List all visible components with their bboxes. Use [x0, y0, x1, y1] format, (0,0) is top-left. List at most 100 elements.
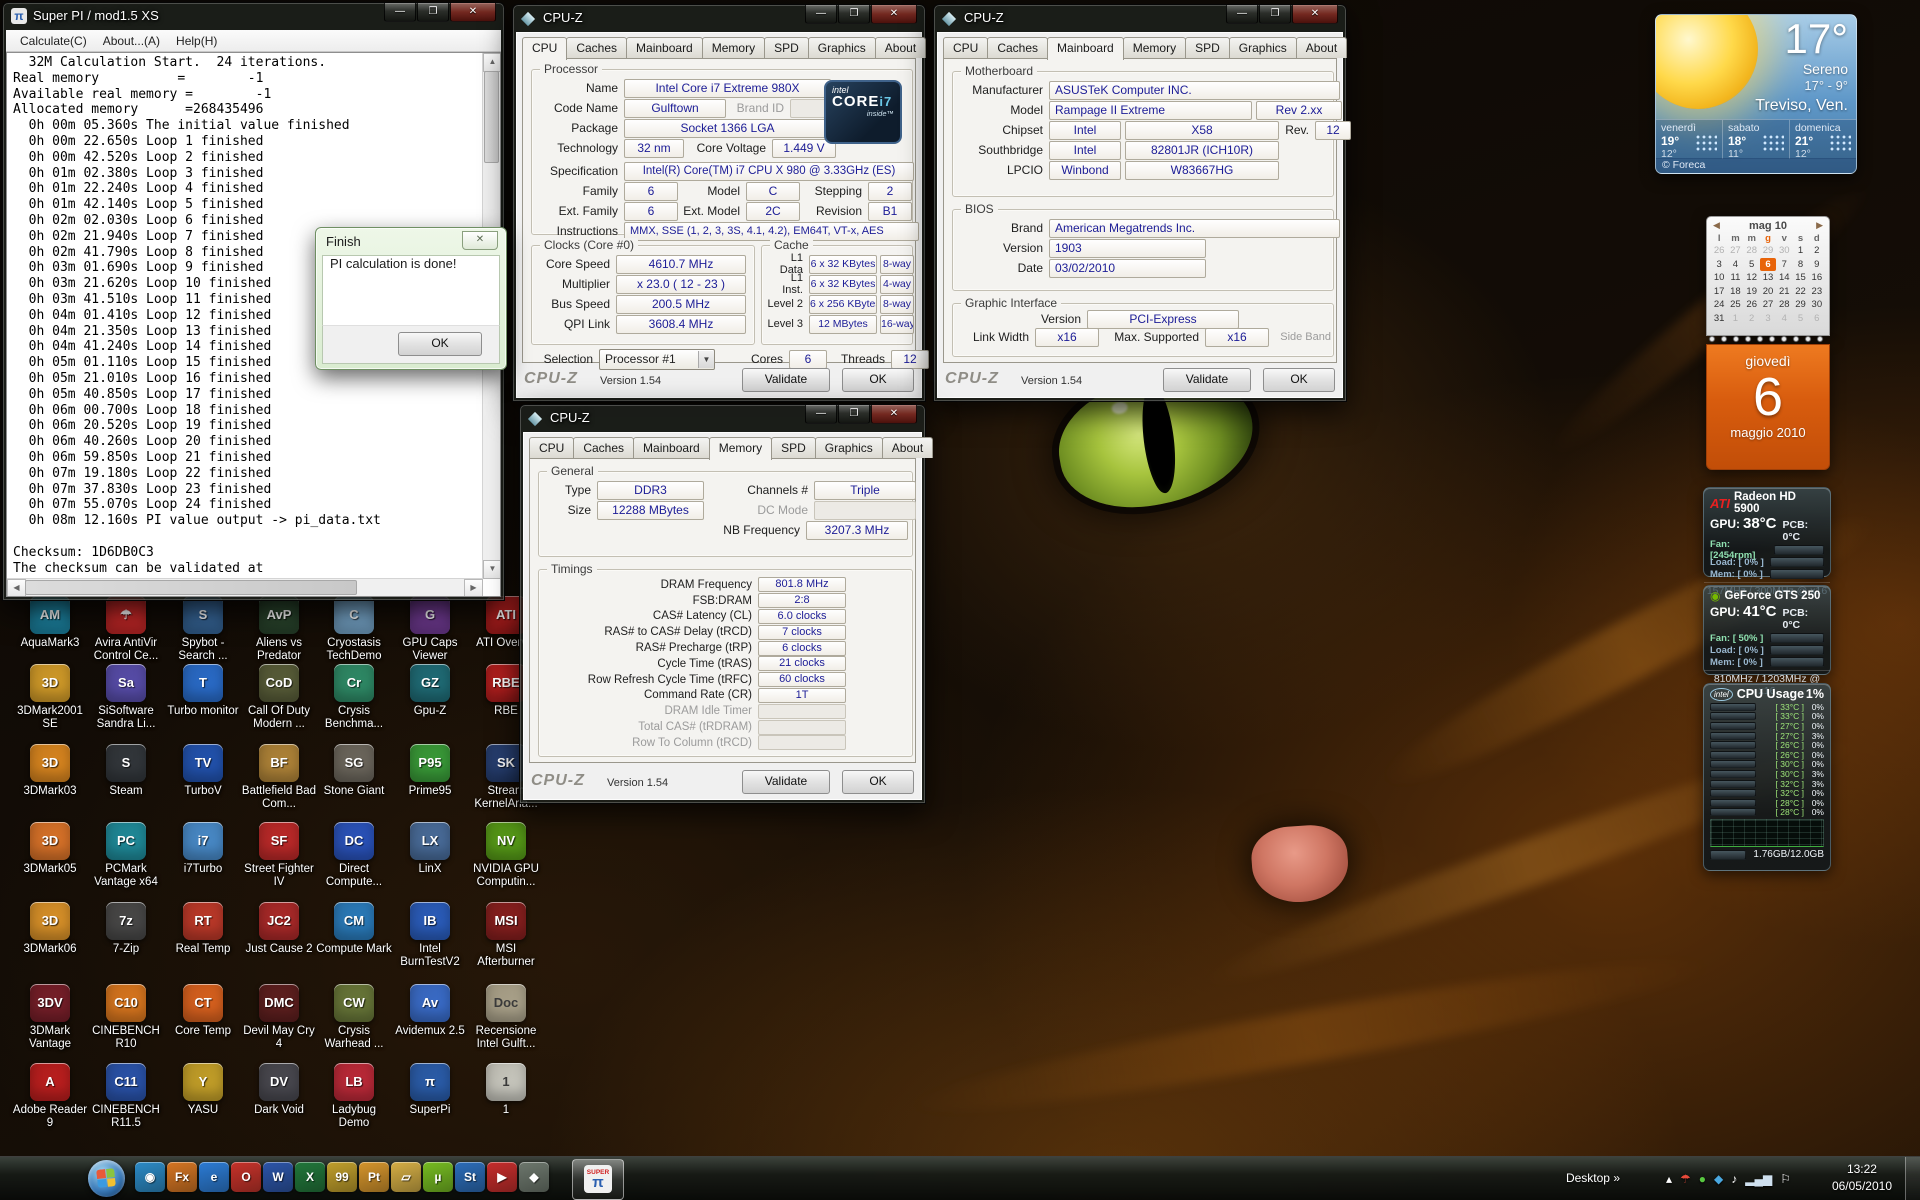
network-icon[interactable]: ▂▄▆ — [1745, 1172, 1772, 1186]
media-center-icon[interactable]: ◉ — [135, 1162, 165, 1192]
calendar-day[interactable]: 5 — [1792, 312, 1808, 326]
calendar-day[interactable]: 1 — [1792, 244, 1808, 258]
calendar-day[interactable]: 30 — [1776, 244, 1792, 258]
scrollbar-thumb[interactable] — [25, 580, 357, 595]
desktop-icon[interactable]: IBIntel BurnTestV2 — [392, 902, 468, 968]
calendar-day[interactable]: 28 — [1776, 298, 1792, 312]
calendar-day[interactable]: 5 — [1744, 258, 1760, 272]
desktop-icon[interactable]: MSIMSI Afterburner — [468, 902, 544, 968]
ok-button[interactable]: OK — [1263, 368, 1335, 392]
desktop-icon[interactable]: DMCDevil May Cry 4 — [241, 984, 317, 1050]
desktop-icon[interactable]: AvAvidemux 2.5 — [392, 984, 468, 1038]
desktop-icon[interactable]: ☂Avira AntiVir Control Ce... — [88, 596, 164, 662]
ok-button[interactable]: OK — [398, 332, 482, 356]
calendar-day[interactable]: 4 — [1727, 258, 1743, 272]
menu-about[interactable]: About...(A) — [95, 34, 168, 48]
minimize-button[interactable]: — — [384, 3, 416, 22]
desktop-icon[interactable]: 7z7-Zip — [88, 902, 164, 956]
desktop-icon[interactable]: C10CINEBENCH R10 — [88, 984, 164, 1050]
desktop-icon[interactable]: DCDirect Compute... — [316, 822, 392, 888]
tab-about[interactable]: About — [1296, 37, 1347, 58]
calendar-day[interactable]: 1 — [1727, 312, 1743, 326]
minimize-button[interactable]: — — [805, 405, 837, 424]
calendar-day[interactable]: 3 — [1760, 312, 1776, 326]
calendar-day[interactable]: 24 — [1711, 298, 1727, 312]
desktop-icon[interactable]: YYASU — [165, 1063, 241, 1117]
calendar-day[interactable]: 21 — [1776, 285, 1792, 299]
calendar-next-icon[interactable]: ▶ — [1816, 220, 1823, 232]
calendar-day[interactable]: 4 — [1776, 312, 1792, 326]
calendar-day[interactable]: 27 — [1727, 244, 1743, 258]
calendar-day[interactable]: 7 — [1776, 258, 1792, 272]
desktop-icon[interactable]: CrCrysis Benchma... — [316, 664, 392, 730]
calendar-day[interactable]: 16 — [1809, 271, 1825, 285]
desktop-icon[interactable]: GZGpu-Z — [392, 664, 468, 718]
calendar-day[interactable]: 15 — [1792, 271, 1808, 285]
tab-mainboard[interactable]: Mainboard — [633, 437, 710, 458]
calendar-day-card[interactable]: giovedì 6 maggio 2010 — [1706, 344, 1830, 470]
word-icon[interactable]: W — [263, 1162, 293, 1192]
desktop-icon[interactable]: DVDark Void — [241, 1063, 317, 1117]
internet-explorer-icon[interactable]: e — [199, 1162, 229, 1192]
tab-caches[interactable]: Caches — [987, 37, 1048, 58]
taskbar-clock[interactable]: 13:22 06/05/2010 — [1832, 1161, 1892, 1195]
cpuz-titlebar[interactable]: CPU-Z — ❐ ✕ — [520, 405, 925, 432]
superpi-taskbar-button[interactable]: SUPER π — [572, 1159, 624, 1200]
desktop-icon[interactable]: AvPAliens vs Predator — [241, 596, 317, 662]
scroll-right-icon[interactable]: ▶ — [464, 579, 483, 597]
desktop-icon[interactable]: SGStone Giant — [316, 744, 392, 798]
action-center-icon[interactable]: ⚐ — [1780, 1172, 1791, 1186]
tab-memory[interactable]: Memory — [1123, 37, 1186, 58]
calendar-gadget[interactable]: ◀ mag 10 ▶ lmmgvsd2627282930123456789101… — [1706, 216, 1830, 336]
tab-mainboard[interactable]: Mainboard — [1047, 37, 1124, 60]
calculator-icon[interactable]: 99 — [327, 1162, 357, 1192]
forecast-day[interactable]: domenica21°12° — [1789, 120, 1856, 159]
monitor-icon[interactable]: ◆ — [1714, 1172, 1723, 1186]
desktop-icon[interactable]: CWCrysis Warhead ... — [316, 984, 392, 1050]
calendar-day[interactable]: 13 — [1760, 271, 1776, 285]
firefox-icon[interactable]: Fx — [167, 1162, 197, 1192]
steam-icon[interactable]: St — [455, 1162, 485, 1192]
maximize-button[interactable]: ❐ — [838, 5, 870, 24]
maximize-button[interactable]: ❐ — [1259, 5, 1291, 24]
calendar-day[interactable]: 28 — [1744, 244, 1760, 258]
desktop-icon[interactable]: 3D3DMark03 — [12, 744, 88, 798]
scroll-left-icon[interactable]: ◀ — [7, 579, 26, 597]
paint-icon[interactable]: Pt — [359, 1162, 389, 1192]
close-button[interactable]: ✕ — [871, 5, 917, 24]
tab-spd[interactable]: SPD — [771, 437, 816, 458]
desktop-icon[interactable]: LXLinX — [392, 822, 468, 876]
calendar-day[interactable]: 22 — [1792, 285, 1808, 299]
tab-caches[interactable]: Caches — [573, 437, 634, 458]
calendar-day[interactable]: 29 — [1792, 298, 1808, 312]
desktop-icon[interactable]: SSteam — [88, 744, 164, 798]
desktop-icon[interactable]: TVTurboV — [165, 744, 241, 798]
show-desktop-button[interactable] — [1905, 1157, 1920, 1200]
tab-graphics[interactable]: Graphics — [808, 37, 876, 58]
desktop-icon[interactable]: LBLadybug Demo — [316, 1063, 392, 1129]
desktop-icon[interactable]: NVNVIDIA GPU Computin... — [468, 822, 544, 888]
desktop-icon[interactable]: PCPCMark Vantage x64 — [88, 822, 164, 888]
desktop-icon[interactable]: i7i7Turbo — [165, 822, 241, 876]
desktop-icon[interactable]: SaSiSoftware Sandra Li... — [88, 664, 164, 730]
desktop-icon[interactable]: 3D3DMark05 — [12, 822, 88, 876]
hidden-icons-icon[interactable]: ▴ — [1666, 1172, 1672, 1186]
close-icon[interactable]: ✕ — [462, 231, 498, 250]
tab-cpu[interactable]: CPU — [943, 37, 988, 58]
cpuz-titlebar[interactable]: CPU-Z — ❐ ✕ — [934, 5, 1346, 32]
desktop-icon[interactable]: BFBattlefield Bad Com... — [241, 744, 317, 810]
minimize-button[interactable]: — — [805, 5, 837, 24]
calendar-day[interactable]: 17 — [1711, 285, 1727, 299]
folder-icon[interactable]: ▱ — [391, 1162, 421, 1192]
desktop-icon[interactable]: CMCompute Mark — [316, 902, 392, 956]
antivirus-icon[interactable]: ☂ — [1680, 1172, 1691, 1186]
desktop-icon[interactable]: 3D3DMark06 — [12, 902, 88, 956]
desktop-toolbar[interactable]: Desktop » — [1566, 1171, 1620, 1185]
desktop-icon[interactable]: JC2Just Cause 2 — [241, 902, 317, 956]
calendar-day[interactable]: 8 — [1792, 258, 1808, 272]
calendar-day[interactable]: 6 — [1809, 312, 1825, 326]
utorrent-icon[interactable]: µ — [423, 1162, 453, 1192]
nvidia-gpu-gadget[interactable]: ◉ GeForce GTS 250 GPU: 41°C PCB: 0°C Fan… — [1703, 585, 1831, 675]
superpi-titlebar[interactable]: π Super PI / mod1.5 XS — ❐ ✕ — [3, 3, 504, 30]
tab-memory[interactable]: Memory — [709, 437, 772, 460]
